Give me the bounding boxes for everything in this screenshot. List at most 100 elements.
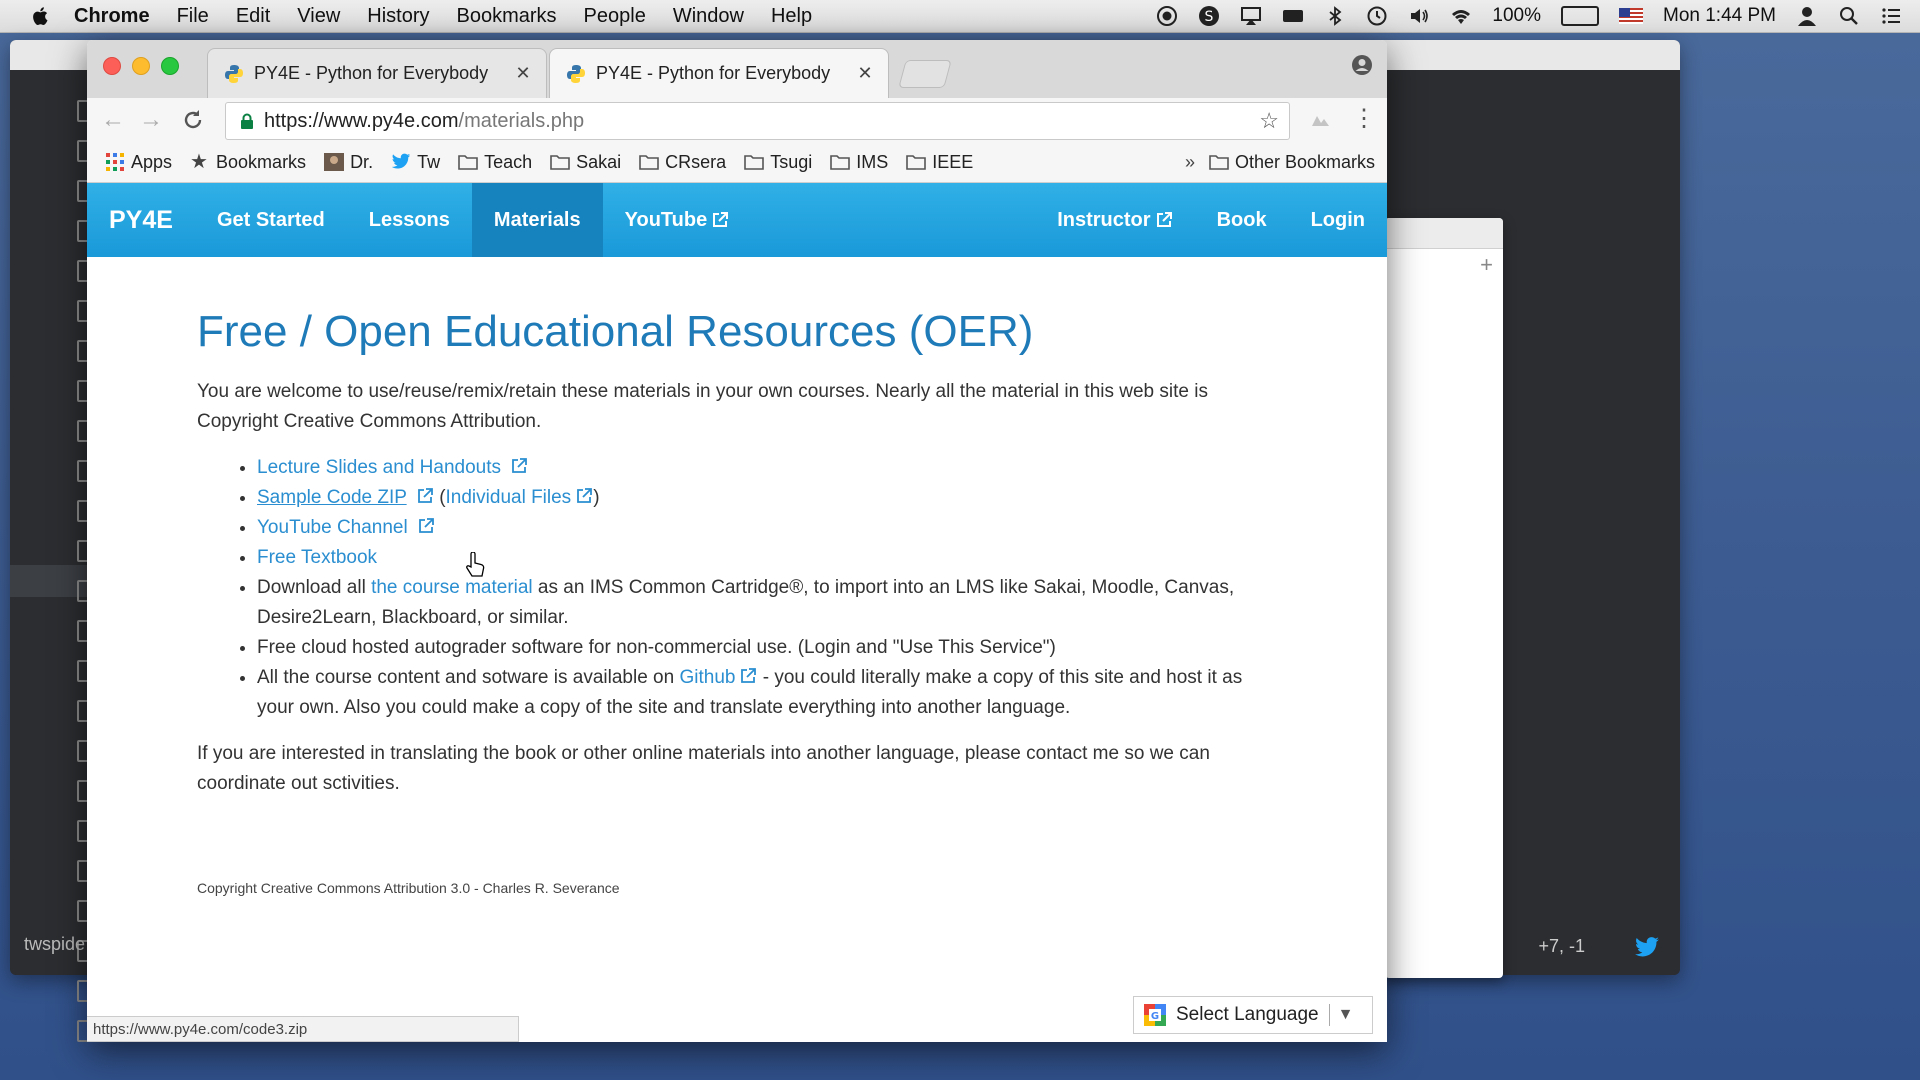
macos-menubar: Chrome File Edit View History Bookmarks … — [0, 0, 1920, 33]
bookmark-folder-ims[interactable]: IMS — [830, 152, 888, 173]
bookmark-star-icon[interactable]: ☆ — [1259, 108, 1279, 134]
bookmark-apps[interactable]: Apps — [105, 152, 172, 173]
external-link-icon[interactable] — [417, 517, 435, 535]
menu-help[interactable]: Help — [771, 5, 812, 28]
star-icon: ★ — [190, 151, 208, 173]
reload-icon[interactable] — [181, 108, 205, 132]
editor-cursor-position: +7, -1 — [1538, 936, 1585, 956]
menu-edit[interactable]: Edit — [236, 5, 270, 28]
extension-icon[interactable] — [1309, 110, 1331, 132]
volume-icon[interactable] — [1408, 5, 1430, 27]
google-translate-icon: G — [1144, 1004, 1166, 1026]
bookmark-folder-teach[interactable]: Teach — [458, 152, 532, 173]
tab-py4e-1[interactable]: PY4E - Python for Everybody ✕ — [207, 48, 547, 98]
site-navbar-right: Instructor Book Login — [1035, 183, 1387, 257]
external-link-icon[interactable] — [416, 487, 434, 505]
bookmark-tw[interactable]: Tw — [391, 152, 440, 173]
tab-close-icon[interactable]: ✕ — [854, 63, 876, 84]
bookmarks-overflow-chevron[interactable]: » — [1185, 152, 1195, 173]
external-link-icon[interactable] — [575, 487, 593, 505]
menu-bookmarks[interactable]: Bookmarks — [457, 5, 557, 28]
chrome-menu-icon[interactable]: ⋮ — [1352, 107, 1376, 131]
tab-py4e-2-active[interactable]: PY4E - Python for Everybody ✕ — [549, 48, 889, 98]
secure-lock-icon[interactable] — [240, 113, 254, 129]
external-link-icon[interactable] — [510, 457, 528, 475]
notification-center-icon[interactable] — [1880, 5, 1902, 27]
airplay-icon[interactable] — [1240, 5, 1262, 27]
nav-materials-active[interactable]: Materials — [471, 183, 603, 257]
side-panel-header — [1385, 218, 1503, 249]
free-textbook-link[interactable]: Free Textbook — [257, 547, 377, 568]
nav-get-started[interactable]: Get Started — [195, 183, 347, 257]
nav-label: Instructor — [1057, 209, 1151, 231]
profile-icon[interactable] — [1351, 54, 1373, 76]
wifi-icon[interactable] — [1450, 5, 1472, 27]
menu-people[interactable]: People — [584, 5, 646, 28]
chrome-window: PY4E - Python for Everybody ✕ PY4E - Pyt… — [87, 40, 1387, 1042]
site-brand-link[interactable]: PY4E — [109, 206, 173, 235]
nav-label: Login — [1310, 209, 1365, 231]
nav-book[interactable]: Book — [1195, 183, 1289, 257]
nav-login[interactable]: Login — [1289, 183, 1387, 257]
new-tab-button[interactable] — [898, 60, 952, 88]
bookmark-folder-tsugi[interactable]: Tsugi — [744, 152, 812, 173]
lecture-slides-link[interactable]: Lecture Slides and Handouts — [257, 457, 501, 478]
bookmark-dr[interactable]: Dr. — [324, 152, 373, 173]
background-side-panel[interactable]: + — [1385, 218, 1503, 978]
user-icon[interactable] — [1796, 5, 1818, 27]
menu-history[interactable]: History — [367, 5, 429, 28]
course-material-link[interactable]: the course material — [371, 577, 533, 598]
forward-arrow-icon[interactable]: → — [139, 108, 163, 132]
zoom-window-button[interactable] — [161, 57, 179, 75]
list-item: Lecture Slides and Handouts — [257, 453, 1267, 483]
select-language-dropdown[interactable]: G Select Language ▼ — [1133, 996, 1373, 1034]
tab-close-icon[interactable]: ✕ — [512, 63, 534, 84]
menu-window[interactable]: Window — [673, 5, 744, 28]
bookmark-folder-crsera[interactable]: CRsera — [639, 152, 726, 173]
nav-label: Book — [1216, 209, 1267, 231]
github-link[interactable]: Github — [679, 667, 735, 688]
bookmark-bookmarks[interactable]: ★ Bookmarks — [190, 152, 306, 173]
apple-logo-icon[interactable] — [30, 5, 52, 27]
back-arrow-icon[interactable]: ← — [101, 108, 125, 132]
nav-youtube[interactable]: YouTube — [603, 183, 752, 257]
record-icon[interactable] — [1156, 5, 1178, 27]
bookmark-label: CRsera — [665, 151, 727, 172]
battery-icon[interactable] — [1561, 6, 1599, 26]
bookmark-folder-ieee[interactable]: IEEE — [906, 152, 973, 173]
menu-file[interactable]: File — [177, 5, 209, 28]
minimize-window-button[interactable] — [132, 57, 150, 75]
folder-icon — [1209, 155, 1229, 170]
nav-lessons[interactable]: Lessons — [347, 183, 472, 257]
tab-strip: PY4E - Python for Everybody ✕ PY4E - Pyt… — [87, 40, 1387, 98]
individual-files-link[interactable]: Individual Files — [446, 487, 572, 508]
keyboard-icon[interactable] — [1282, 5, 1304, 27]
bookmark-label: Tw — [417, 151, 441, 172]
bookmark-label: Tsugi — [770, 151, 813, 172]
youtube-channel-link[interactable]: YouTube Channel — [257, 517, 408, 538]
tab-title: PY4E - Python for Everybody — [254, 63, 489, 83]
add-icon[interactable]: + — [1480, 252, 1493, 278]
bookmarks-right: » Other Bookmarks — [1185, 142, 1375, 182]
external-link-icon[interactable] — [739, 667, 757, 685]
time-machine-icon[interactable] — [1366, 5, 1388, 27]
skype-icon[interactable]: S — [1198, 5, 1220, 27]
clock[interactable]: Mon 1:44 PM — [1663, 5, 1776, 27]
bluetooth-icon[interactable] — [1324, 5, 1346, 27]
github-text: All the course content and sotware is av… — [257, 667, 680, 688]
folder-icon — [639, 155, 659, 170]
dropdown-arrow-icon: ▼ — [1337, 1006, 1354, 1023]
url-host: https://www.py4e.com — [264, 109, 459, 132]
menu-app-chrome[interactable]: Chrome — [74, 5, 150, 28]
spotlight-search-icon[interactable] — [1838, 5, 1860, 27]
sample-code-zip-link[interactable]: Sample Code ZIP — [257, 487, 407, 508]
bookmark-other-bookmarks[interactable]: Other Bookmarks — [1209, 152, 1375, 173]
menu-view[interactable]: View — [297, 5, 340, 28]
bookmarks-bar: Apps ★ Bookmarks Dr. Tw Teach Sakai CRse… — [87, 142, 1387, 183]
us-flag-input-icon[interactable] — [1619, 8, 1643, 24]
twitter-bird-icon[interactable] — [1634, 937, 1660, 959]
bookmark-folder-sakai[interactable]: Sakai — [550, 152, 621, 173]
address-bar[interactable]: https://www.py4e.com/materials.php ☆ — [225, 102, 1290, 140]
close-window-button[interactable] — [103, 57, 121, 75]
nav-instructor[interactable]: Instructor — [1035, 183, 1194, 257]
